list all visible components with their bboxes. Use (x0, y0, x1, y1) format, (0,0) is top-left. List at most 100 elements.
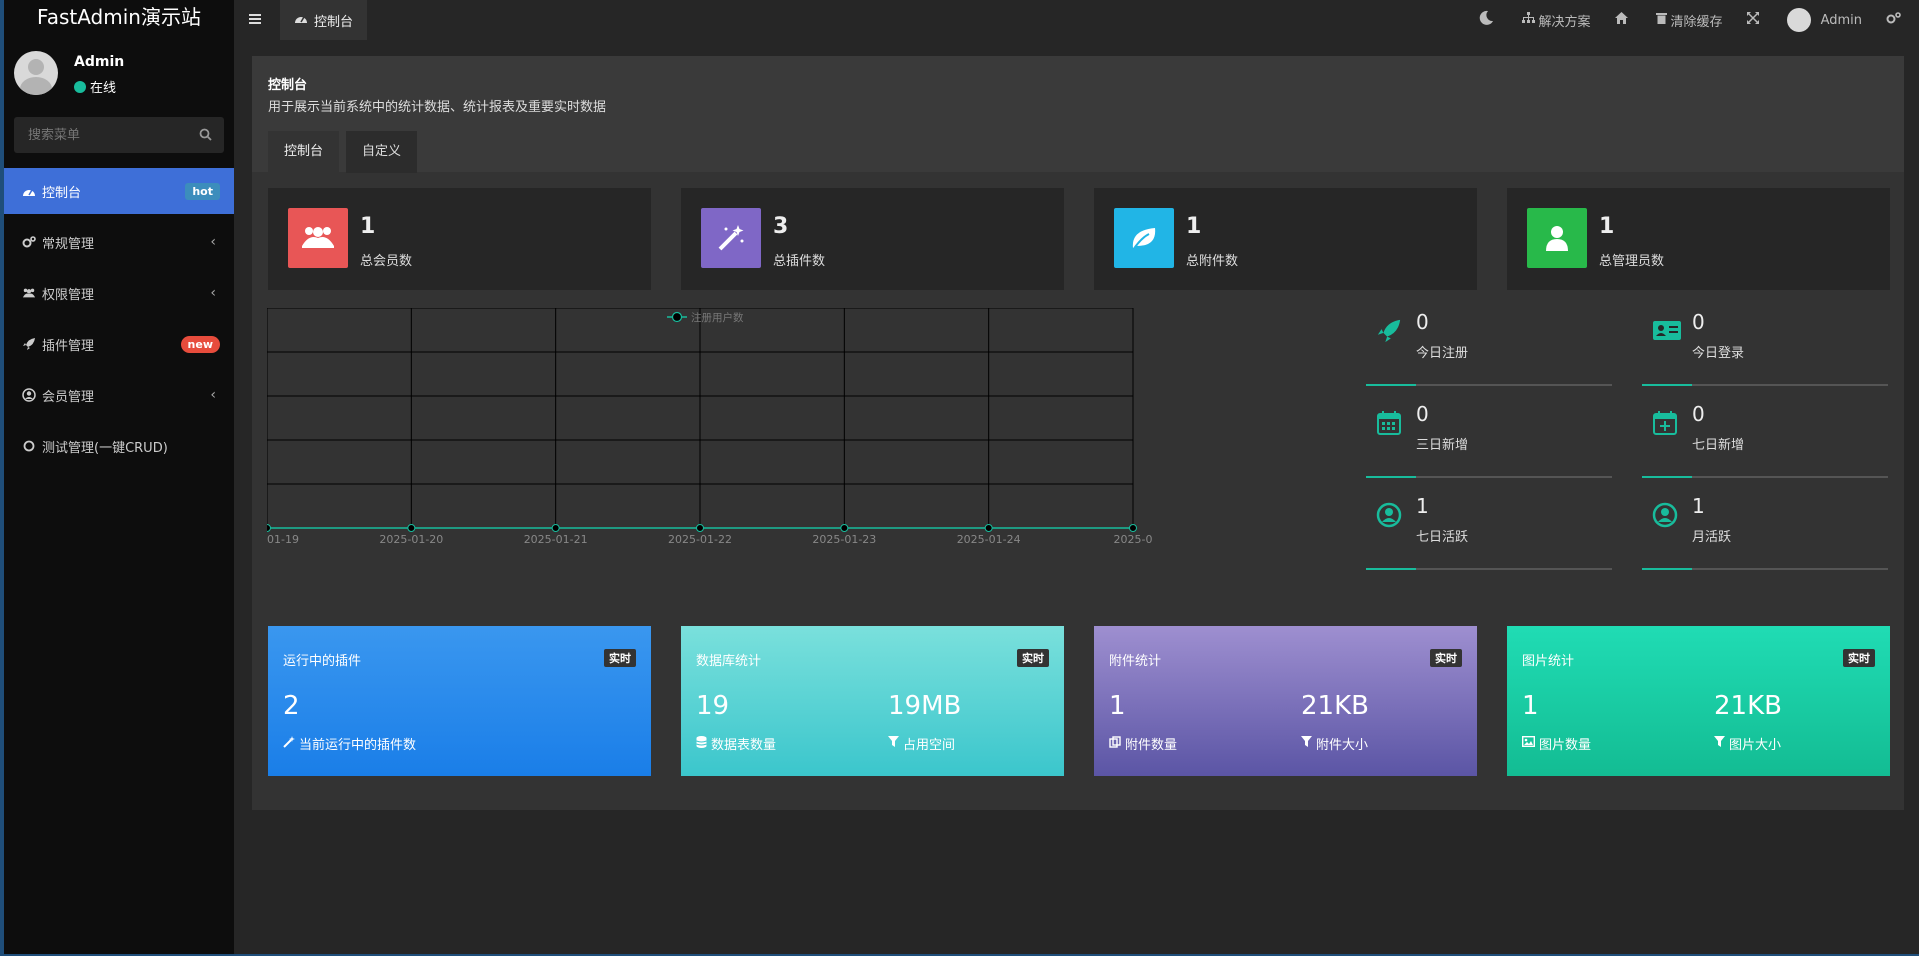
info-box-label: 总管理员数 (1599, 254, 1665, 269)
card-database-stats: 数据库统计 实时 19 19MB 数据表数量 占用空间 (681, 626, 1064, 776)
sitemap-icon (1521, 12, 1539, 28)
sidebar-item-auth[interactable]: 权限管理 ‹ (4, 270, 234, 316)
home-icon (1614, 12, 1632, 28)
card-subtitle: 占用空间 (888, 734, 955, 753)
card-sub-label: 图片数量 (1539, 738, 1592, 753)
card-value: 2 (283, 691, 300, 721)
info-box-members: 1 总会员数 (268, 188, 651, 290)
info-box-value: 1 (360, 214, 376, 239)
search-input[interactable] (14, 117, 184, 153)
info-box-value: 1 (1599, 214, 1615, 239)
info-box-label: 总附件数 (1186, 254, 1239, 269)
registration-line-chart[interactable]: 01-19 2025-01-20 2025-01-21 2025-01-22 2025-… (267, 308, 1337, 598)
admin-user-menu[interactable]: Admin (1775, 0, 1874, 40)
card-title: 运行中的插件 (283, 654, 362, 669)
sidebar-item-dashboard[interactable]: 控制台 hot (4, 168, 234, 214)
stat-today-register: 0 今日注册 (1366, 310, 1612, 386)
page-description: 用于展示当前系统中的统计数据、统计报表及重要实时数据 (268, 100, 607, 115)
user-circle-icon (1376, 502, 1406, 532)
brand-logo[interactable]: FastAdmin演示站 (4, 0, 234, 36)
stat-label: 七日活跃 (1416, 530, 1469, 545)
card-subtitle: 数据表数量 (696, 734, 776, 753)
magic-icon (701, 208, 761, 268)
trash-icon (1655, 12, 1671, 28)
info-box-label: 总插件数 (773, 254, 826, 269)
user-circle-icon (1652, 502, 1682, 532)
x-tick-label: 2025-01-22 (668, 533, 732, 546)
dashboard-icon (22, 184, 36, 198)
realtime-badge: 实时 (1017, 649, 1049, 667)
card-subtitle: 当前运行中的插件数 (283, 734, 416, 753)
sidebar-item-addon[interactable]: 插件管理 new (4, 321, 234, 367)
filter-icon (888, 736, 903, 751)
realtime-badge: 实时 (604, 649, 636, 667)
card-value: 21KB (1301, 691, 1369, 721)
solutions-link[interactable]: 解决方案 (1510, 0, 1603, 40)
card-value: 1 (1109, 691, 1126, 721)
moon-icon (1478, 10, 1498, 30)
rocket-icon (22, 337, 36, 351)
clear-cache-button[interactable]: 清除缓存 (1644, 0, 1735, 40)
data-point (267, 524, 271, 532)
tab-dashboard[interactable]: 控制台 (268, 131, 340, 173)
info-box-admins: 1 总管理员数 (1507, 188, 1890, 290)
sidebar-item-label: 插件管理 (42, 338, 95, 354)
legend-marker (671, 311, 683, 323)
x-tick-label: 2025-01-24 (957, 533, 1021, 546)
card-subtitle: 图片大小 (1714, 734, 1781, 753)
theme-toggle-button[interactable] (1466, 0, 1510, 40)
card-sub-label: 数据表数量 (711, 738, 777, 753)
clear-cache-label: 清除缓存 (1670, 14, 1723, 30)
card-subtitle: 图片数量 (1521, 734, 1592, 753)
card-title: 附件统计 (1109, 654, 1162, 669)
tab-dashboard[interactable]: 控制台 (280, 0, 368, 40)
dashboard-panel: 控制台 用于展示当前系统中的统计数据、统计报表及重要实时数据 控制台 自定义 1… (252, 56, 1904, 810)
avatar[interactable] (14, 51, 58, 95)
data-point (984, 524, 993, 532)
sidebar-item-general[interactable]: 常规管理 ‹ (4, 219, 234, 265)
card-subtitle: 附件大小 (1301, 734, 1368, 753)
card-value: 21KB (1714, 691, 1782, 721)
cogs-icon (22, 235, 36, 249)
stat-value: 0 (1416, 402, 1429, 426)
user-status: 在线 (74, 77, 116, 96)
circle-icon (22, 439, 36, 453)
chevron-left-icon: ‹ (210, 387, 216, 403)
card-running-addons: 运行中的插件 实时 2 当前运行中的插件数 (268, 626, 651, 776)
page-title: 控制台 (268, 78, 308, 93)
fullscreen-button[interactable] (1735, 0, 1775, 40)
sidebar-item-label: 权限管理 (42, 287, 95, 303)
sidebar-item-label: 测试管理(一键CRUD) (42, 440, 168, 456)
realtime-badge: 实时 (1430, 649, 1462, 667)
sidebar-item-test[interactable]: 测试管理(一键CRUD) (4, 423, 234, 469)
legend-label: 注册用户数 (691, 311, 744, 324)
data-point (407, 524, 416, 532)
settings-button[interactable] (1874, 0, 1919, 40)
card-image-stats: 图片统计 实时 1 21KB 图片数量 图片大小 (1507, 626, 1890, 776)
stat-label: 三日新增 (1416, 438, 1469, 453)
menu-toggle-icon[interactable] (248, 12, 262, 26)
topbar-actions: 解决方案 清除缓存 Admin (1466, 0, 1919, 40)
search-icon[interactable] (199, 128, 212, 145)
stat-value: 0 (1692, 402, 1705, 426)
data-point (840, 524, 849, 532)
users-icon (288, 208, 348, 268)
sidebar-item-member[interactable]: 会员管理 ‹ (4, 372, 234, 418)
x-tick-label: 2025-0 (1114, 533, 1153, 546)
card-sub-label: 占用空间 (903, 738, 956, 753)
online-dot-icon (74, 80, 86, 93)
card-sub-label: 当前运行中的插件数 (299, 738, 417, 753)
tab-custom[interactable]: 自定义 (346, 131, 418, 173)
hot-badge: hot (185, 182, 220, 200)
x-tick-label: 2025-01-21 (524, 533, 588, 546)
app-frame: FastAdmin演示站 Admin 在线 控制台 hot 常规管理 ‹ (4, 0, 1919, 954)
info-box-addons: 3 总插件数 (681, 188, 1064, 290)
stat-monthly-active: 1 月活跃 (1642, 494, 1888, 570)
stat-value: 0 (1416, 310, 1429, 334)
sidebar-item-label: 控制台 (42, 185, 82, 201)
card-value: 1 (1522, 691, 1539, 721)
home-button[interactable] (1603, 0, 1644, 40)
database-icon (696, 735, 711, 752)
group-icon (22, 286, 36, 300)
leaf-icon (1114, 208, 1174, 268)
